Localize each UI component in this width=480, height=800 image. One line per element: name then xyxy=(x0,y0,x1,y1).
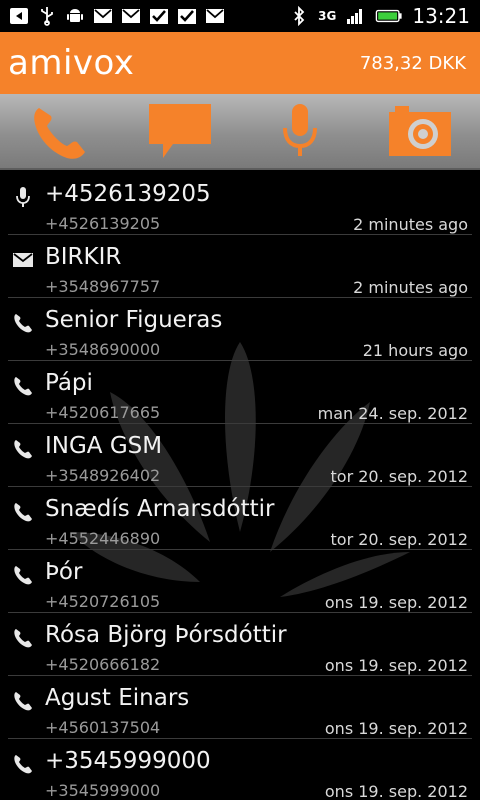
phone-number: +3548926402 xyxy=(45,466,161,485)
history-item[interactable]: Rósa Björg Þórsdóttir +4520666182 ons 19. … xyxy=(8,613,472,676)
phone-icon xyxy=(12,375,36,399)
battery-icon xyxy=(374,5,404,27)
contact-name: +4526139205 xyxy=(45,181,211,207)
timestamp: ons 19. sep. 2012 xyxy=(324,593,468,612)
call-button[interactable] xyxy=(15,96,105,166)
contact-name: Þór xyxy=(45,559,83,585)
timestamp: tor 20. sep. 2012 xyxy=(330,530,468,549)
contact-name: INGA GSM xyxy=(45,433,163,459)
bluetooth-icon xyxy=(288,5,310,27)
account-balance: 783,32 DKK xyxy=(359,52,466,74)
phone-number: +3548690000 xyxy=(45,340,161,359)
signal-icon xyxy=(344,5,366,27)
mail-icon xyxy=(12,249,36,273)
history-item[interactable]: +3545999000 +3545999000 ons 19. sep. 2012 xyxy=(8,739,472,800)
phone-number: +3545999000 xyxy=(45,781,161,800)
phone-icon xyxy=(12,753,36,777)
message-button[interactable] xyxy=(135,96,225,166)
phone-number: +4552446890 xyxy=(45,529,161,548)
history-item[interactable]: Pápi +4520617665 man 24. sep. 2012 xyxy=(8,361,472,424)
history-item[interactable]: +4526139205 +4526139205 2 minutes ago xyxy=(8,172,472,235)
network-type-label: 3G xyxy=(318,9,337,23)
system-status: 3G 13:21 xyxy=(288,4,480,28)
check-icon xyxy=(176,5,198,27)
phone-number: +4560137504 xyxy=(45,718,161,737)
phone-icon xyxy=(34,108,85,159)
action-toolbar xyxy=(0,94,480,170)
app-header: amivox 783,32 DKK xyxy=(0,32,480,94)
clock: 13:21 xyxy=(412,4,470,28)
microphone-icon xyxy=(12,186,36,210)
mail-icon xyxy=(92,5,114,27)
usb-icon xyxy=(36,5,58,27)
microphone-icon xyxy=(283,104,317,156)
timestamp: 21 hours ago xyxy=(362,341,468,360)
timestamp: 2 minutes ago xyxy=(353,278,468,297)
contact-name: BIRKIR xyxy=(45,244,122,270)
history-list: +4526139205 +4526139205 2 minutes ago BIRKI… xyxy=(0,172,480,800)
phone-icon xyxy=(12,564,36,588)
camera-button[interactable] xyxy=(375,96,465,166)
back-arrow-icon xyxy=(8,5,30,27)
phone-number: +4520726105 xyxy=(45,592,161,611)
camera-icon xyxy=(389,106,451,156)
timestamp: 2 minutes ago xyxy=(353,215,468,234)
app-title: amivox xyxy=(8,43,135,83)
speech-bubble-icon xyxy=(149,104,211,158)
timestamp: ons 19. sep. 2012 xyxy=(324,719,468,738)
phone-number: +3548967757 xyxy=(45,277,161,296)
contact-name: Senior Figueras xyxy=(45,307,223,333)
history-item[interactable]: Þór +4520726105 ons 19. sep. 2012 xyxy=(8,550,472,613)
contact-name: +3545999000 xyxy=(45,748,211,774)
contact-name: Snædís Arnarsdóttir xyxy=(45,496,275,522)
android-icon xyxy=(64,5,86,27)
phone-icon xyxy=(12,312,36,336)
history-item[interactable]: Agust Einars +4560137504 ons 19. sep. 2012 xyxy=(8,676,472,739)
voice-button[interactable] xyxy=(255,96,345,166)
phone-number: +4520617665 xyxy=(45,403,161,422)
phone-icon xyxy=(12,690,36,714)
history-item[interactable]: Senior Figueras +3548690000 21 hours ago xyxy=(8,298,472,361)
history-item[interactable]: INGA GSM +3548926402 tor 20. sep. 2012 xyxy=(8,424,472,487)
contact-name: Agust Einars xyxy=(45,685,190,711)
timestamp: ons 19. sep. 2012 xyxy=(324,656,468,675)
status-bar: 3G 13:21 xyxy=(0,0,480,32)
phone-icon xyxy=(12,627,36,651)
timestamp: ons 19. sep. 2012 xyxy=(324,782,468,800)
history-item[interactable]: Snædís Arnarsdóttir +4552446890 tor 20. se… xyxy=(8,487,472,550)
check-icon xyxy=(148,5,170,27)
notification-area xyxy=(0,5,226,27)
mail-icon xyxy=(204,5,226,27)
history-item[interactable]: BIRKIR +3548967757 2 minutes ago xyxy=(8,235,472,298)
timestamp: tor 20. sep. 2012 xyxy=(330,467,468,486)
phone-number: +4520666182 xyxy=(45,655,161,674)
phone-icon xyxy=(12,438,36,462)
timestamp: man 24. sep. 2012 xyxy=(317,404,468,423)
mail-icon xyxy=(120,5,142,27)
phone-number: +4526139205 xyxy=(45,214,161,233)
contact-name: Rósa Björg Þórsdóttir xyxy=(45,622,287,648)
phone-icon xyxy=(12,501,36,525)
app-screen: 3G 13:21 amivox 783,32 DKK +4526139205 +… xyxy=(0,0,480,800)
contact-name: Pápi xyxy=(45,370,93,396)
